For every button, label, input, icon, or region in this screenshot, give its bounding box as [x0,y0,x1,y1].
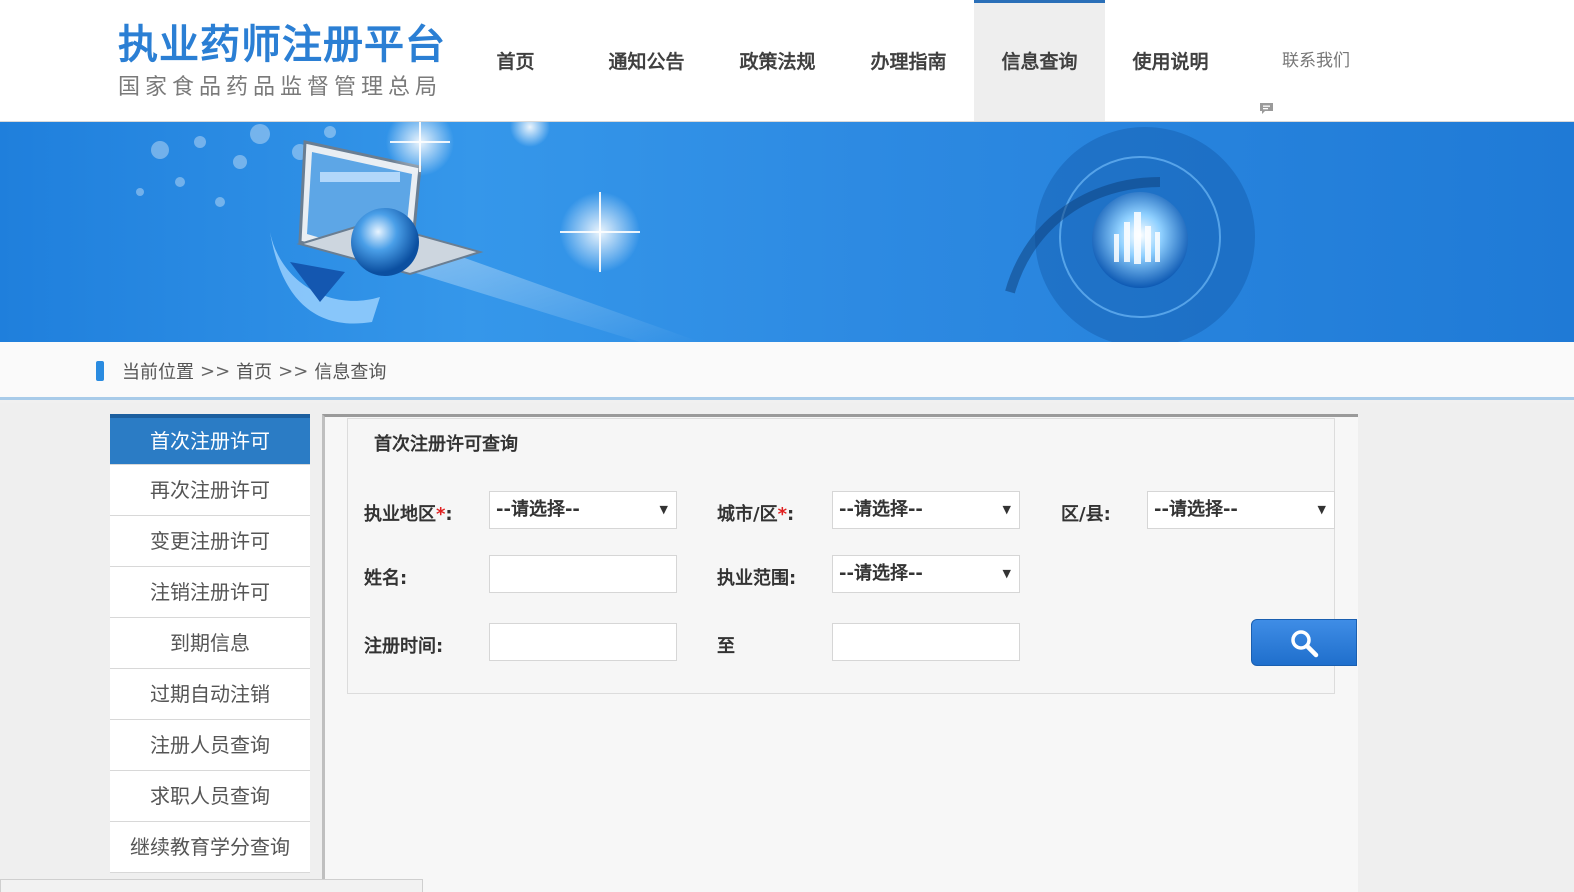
region-label: 执业地区*: [364,500,453,526]
required-mark: * [777,504,787,525]
sidebar-item-registered-query[interactable]: 注册人员查询 [110,720,310,771]
region-select-value: --请选择-- [496,499,580,520]
nav-home[interactable]: 首页 [450,0,581,121]
label-colon: : [445,504,453,525]
triangle-down-icon: ▼ [1002,503,1011,516]
nav-contact-label: 联系我们 [1282,50,1350,71]
name-label: 姓名: [364,568,408,589]
date-to-input[interactable] [832,623,1020,661]
nav-instructions[interactable]: 使用说明 [1105,0,1236,121]
breadcrumb-marker-icon [96,361,104,381]
nav-info-query[interactable]: 信息查询 [974,0,1105,121]
sidebar-menu: 首次注册许可 再次注册许可 变更注册许可 注销注册许可 到期信息 过期自动注销 … [110,414,310,873]
breadcrumb: 当前位置 >> 首页 >> 信息查询 [96,358,386,384]
breadcrumb-bar: 当前位置 >> 首页 >> 信息查询 [0,342,1574,400]
browser-status-bar [0,879,423,892]
nav-policies[interactable]: 政策法规 [712,0,843,121]
nav-contact[interactable]: 联系我们 [1236,0,1350,121]
sidebar-item-jobseeker-query[interactable]: 求职人员查询 [110,771,310,822]
scope-select[interactable]: --请选择-- ▼ [832,555,1020,593]
form-title: 首次注册许可查询 [374,434,518,455]
main-nav: 首页 通知公告 政策法规 办理指南 信息查询 使用说明 联系我们 [450,0,1350,121]
date-to-label: 至 [717,636,735,657]
city-select[interactable]: --请选择-- ▼ [832,491,1020,529]
sidebar-item-change-registration[interactable]: 变更注册许可 [110,516,310,567]
city-select-value: --请选择-- [839,499,923,520]
date-label: 注册时间: [364,636,444,657]
date-from-input[interactable] [489,623,677,661]
site-header: 执业药师注册平台 国家食品药品监督管理总局 首页 通知公告 政策法规 办理指南 … [0,0,1574,122]
banner-illustration [136,122,1255,342]
triangle-down-icon: ▼ [1002,567,1011,580]
site-subtitle: 国家食品药品监督管理总局 [118,75,443,100]
sidebar-item-expiry-info[interactable]: 到期信息 [110,618,310,669]
triangle-down-icon: ▼ [1317,503,1326,516]
scope-select-value: --请选择-- [839,563,923,584]
site-logo[interactable]: 执业药师注册平台 国家食品药品监督管理总局 [118,22,446,102]
breadcrumb-current: 信息查询 [314,362,387,383]
breadcrumb-separator: >> [200,360,231,382]
nav-guide[interactable]: 办理指南 [843,0,974,121]
breadcrumb-home[interactable]: 首页 [236,358,272,384]
laptop-graphic [296,140,484,276]
site-title: 执业药师注册平台 [118,22,446,68]
sidebar-item-re-registration[interactable]: 再次注册许可 [110,465,310,516]
triangle-down-icon: ▼ [659,503,668,516]
breadcrumb-separator: >> [278,360,309,382]
label-colon: : [787,504,795,525]
nav-notices[interactable]: 通知公告 [581,0,712,121]
county-select[interactable]: --请选择-- ▼ [1147,491,1335,529]
county-label: 区/县: [1061,504,1111,525]
city-label: 城市/区*: [717,500,794,526]
county-select-value: --请选择-- [1154,499,1238,520]
region-label-text: 执业地区 [364,504,436,525]
name-input[interactable] [489,555,677,593]
sidebar-item-cancel-registration[interactable]: 注销注册许可 [110,567,310,618]
speech-bubble-icon [1258,53,1276,114]
scope-label: 执业范围: [717,568,797,589]
sidebar-item-first-registration[interactable]: 首次注册许可 [110,414,310,465]
hero-banner [0,122,1574,342]
magnifier-icon [1291,629,1319,657]
region-select[interactable]: --请选择-- ▼ [489,491,677,529]
sidebar-item-credit-query[interactable]: 继续教育学分查询 [110,822,310,873]
required-mark: * [436,504,446,525]
city-label-text: 城市/区 [717,504,778,525]
search-button[interactable] [1251,619,1357,666]
breadcrumb-prefix: 当前位置 [122,362,194,383]
sidebar-item-auto-cancel[interactable]: 过期自动注销 [110,669,310,720]
